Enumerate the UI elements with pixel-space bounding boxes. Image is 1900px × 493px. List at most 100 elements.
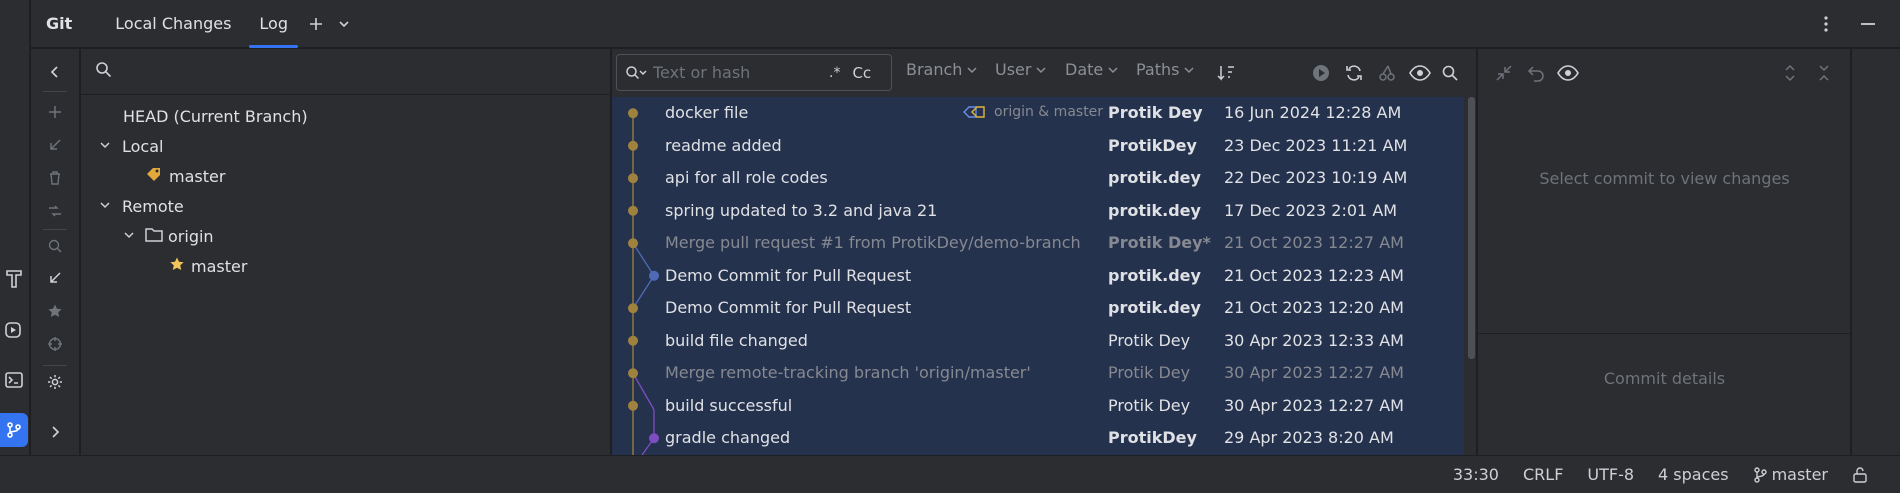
branch-tag-icon — [963, 106, 985, 118]
commit-date: 30 Apr 2023 12:27 AM — [1224, 363, 1404, 382]
collapse-panel-icon[interactable] — [40, 59, 70, 85]
lock-icon[interactable] — [1840, 466, 1880, 483]
chevron-down-icon[interactable] — [99, 139, 117, 154]
locate-icon[interactable] — [40, 331, 70, 357]
run-icon[interactable] — [1309, 61, 1333, 85]
match-case-toggle[interactable]: Cc — [852, 64, 871, 82]
cherry-pick-icon[interactable] — [1375, 61, 1399, 85]
eye-icon[interactable] — [1556, 61, 1580, 85]
commit-author: protik.dey — [1108, 168, 1201, 187]
commit-message: api for all role codes — [665, 168, 828, 187]
scroll-thumb[interactable] — [1468, 97, 1475, 359]
commit-refs-label: origin & master — [994, 104, 1104, 120]
paths-filter[interactable]: Paths — [1136, 60, 1195, 79]
collapse-all-icon[interactable] — [1812, 61, 1836, 85]
fetch-icon[interactable] — [40, 265, 70, 291]
user-filter[interactable]: User — [995, 60, 1047, 79]
tree-item-local[interactable]: Local — [99, 131, 163, 161]
table-row[interactable]: build file changed Protik Dey 30 Apr 2023 … — [612, 325, 1464, 358]
file-encoding[interactable]: UTF-8 — [1575, 465, 1646, 484]
refresh-icon[interactable] — [1342, 61, 1366, 85]
git-branch-widget[interactable]: master — [1741, 465, 1840, 484]
expand-all-icon[interactable] — [1778, 61, 1802, 85]
right-tool-stripe — [1851, 49, 1900, 455]
head-label: HEAD (Current Branch) — [123, 106, 308, 126]
table-row[interactable]: docker file origin & master Protik Dey 16 J… — [612, 97, 1464, 130]
run-tool-icon[interactable] — [0, 313, 28, 347]
chevron-down-icon[interactable] — [330, 10, 358, 38]
text-or-hash-filter[interactable]: .* Cc — [616, 54, 892, 91]
text-or-hash-input[interactable] — [653, 63, 823, 82]
expand-panel-icon[interactable] — [40, 419, 70, 445]
terminal-tool-icon[interactable] — [0, 363, 28, 397]
table-row[interactable]: gradle changed ProtikDey 29 Apr 2023 8:20 … — [612, 422, 1464, 455]
delete-icon[interactable] — [40, 165, 70, 191]
commit-message: Demo Commit for Pull Request — [665, 298, 912, 317]
branch-filter-label: Branch — [906, 60, 963, 79]
favorite-star-icon[interactable] — [40, 298, 70, 324]
table-row[interactable]: Merge remote-tracking branch 'origin/mas… — [612, 357, 1464, 390]
branch-search-bar[interactable] — [81, 49, 610, 95]
branch-name: master — [1771, 465, 1828, 484]
log-toolbar: .* Cc Branch User Date Paths — [612, 49, 1476, 95]
tree-item-remote[interactable]: Remote — [99, 191, 184, 221]
status-bar: 33:30 CRLF UTF-8 4 spaces master — [0, 455, 1900, 493]
table-row[interactable]: Demo Commit for Pull Request protik.dey 21… — [612, 292, 1464, 325]
search-icon[interactable] — [1438, 61, 1462, 85]
update-icon[interactable] — [40, 132, 70, 158]
more-options-icon[interactable] — [1812, 10, 1840, 38]
sort-icon[interactable] — [1214, 61, 1238, 85]
branches-panel: HEAD (Current Branch) Local master Remot… — [81, 49, 611, 455]
chevron-down-icon[interactable] — [123, 229, 141, 244]
tree-item-local-master[interactable]: master — [145, 161, 225, 191]
eye-icon[interactable] — [1408, 61, 1432, 85]
revert-icon[interactable] — [1524, 61, 1548, 85]
tree-item-origin[interactable]: origin — [123, 221, 214, 251]
chevron-down-icon[interactable] — [99, 199, 117, 214]
table-row[interactable]: spring updated to 3.2 and java 21 protik.… — [612, 195, 1464, 228]
tree-item-remote-master[interactable]: master — [169, 251, 247, 281]
table-row[interactable]: Demo Commit for Pull Request protik.dey 21… — [612, 260, 1464, 293]
commit-author: protik.dey — [1108, 265, 1201, 285]
regex-toggle[interactable]: .* — [829, 65, 840, 81]
indent-setting[interactable]: 4 spaces — [1646, 465, 1741, 484]
tab-local-changes[interactable]: Local Changes — [103, 0, 243, 48]
changes-divider[interactable] — [1478, 333, 1851, 334]
commit-table-scrollbar[interactable] — [1466, 97, 1476, 455]
commit-table[interactable]: docker file origin & master Protik Dey 16 J… — [612, 97, 1464, 455]
new-branch-icon[interactable] — [40, 99, 70, 125]
tab-log[interactable]: Log — [247, 0, 300, 48]
commit-author: Protik Dey — [1108, 103, 1203, 122]
git-panel-header: Git Local Changes Log — [31, 0, 1900, 48]
build-tool-icon[interactable] — [0, 262, 28, 296]
compare-icon[interactable] — [40, 198, 70, 224]
local-branch-label: master — [169, 166, 226, 186]
settings-gear-icon[interactable] — [40, 369, 70, 395]
caret-position[interactable]: 33:30 — [1441, 465, 1511, 484]
search-icon — [95, 61, 112, 82]
commit-author: ProtikDey — [1108, 428, 1197, 447]
commit-author: protik.dey — [1108, 298, 1201, 317]
remote-label: Remote — [122, 196, 184, 216]
commit-date: 30 Apr 2023 12:33 AM — [1224, 330, 1404, 350]
table-row[interactable]: Merge pull request #1 from ProtikDey/dem… — [612, 227, 1464, 260]
collapse-icon[interactable] — [1492, 61, 1516, 85]
tag-icon — [145, 166, 163, 186]
search-dropdown-icon[interactable] — [625, 65, 647, 81]
user-filter-label: User — [995, 60, 1032, 79]
commit-details-text: Commit details — [1603, 369, 1726, 388]
add-tab-icon[interactable] — [302, 10, 330, 38]
table-row[interactable]: readme added ProtikDey 23 Dec 2023 11:21 A… — [612, 130, 1464, 163]
branch-filter[interactable]: Branch — [906, 60, 978, 79]
minimize-icon[interactable] — [1854, 10, 1882, 38]
tree-item-head[interactable]: HEAD (Current Branch) — [123, 101, 308, 131]
git-tool-icon[interactable] — [0, 413, 28, 447]
search-branch-icon[interactable] — [40, 233, 70, 259]
table-row[interactable]: build successful Protik Dey 30 Apr 2023 12… — [612, 390, 1464, 423]
remote-branch-label: master — [191, 256, 248, 276]
date-filter[interactable]: Date — [1065, 60, 1119, 79]
table-row[interactable]: api for all role codes protik.dey 22 Dec 2… — [612, 162, 1464, 195]
line-ending[interactable]: CRLF — [1511, 465, 1575, 484]
folder-icon — [145, 227, 163, 246]
commit-author: Protik Dey — [1108, 363, 1191, 382]
